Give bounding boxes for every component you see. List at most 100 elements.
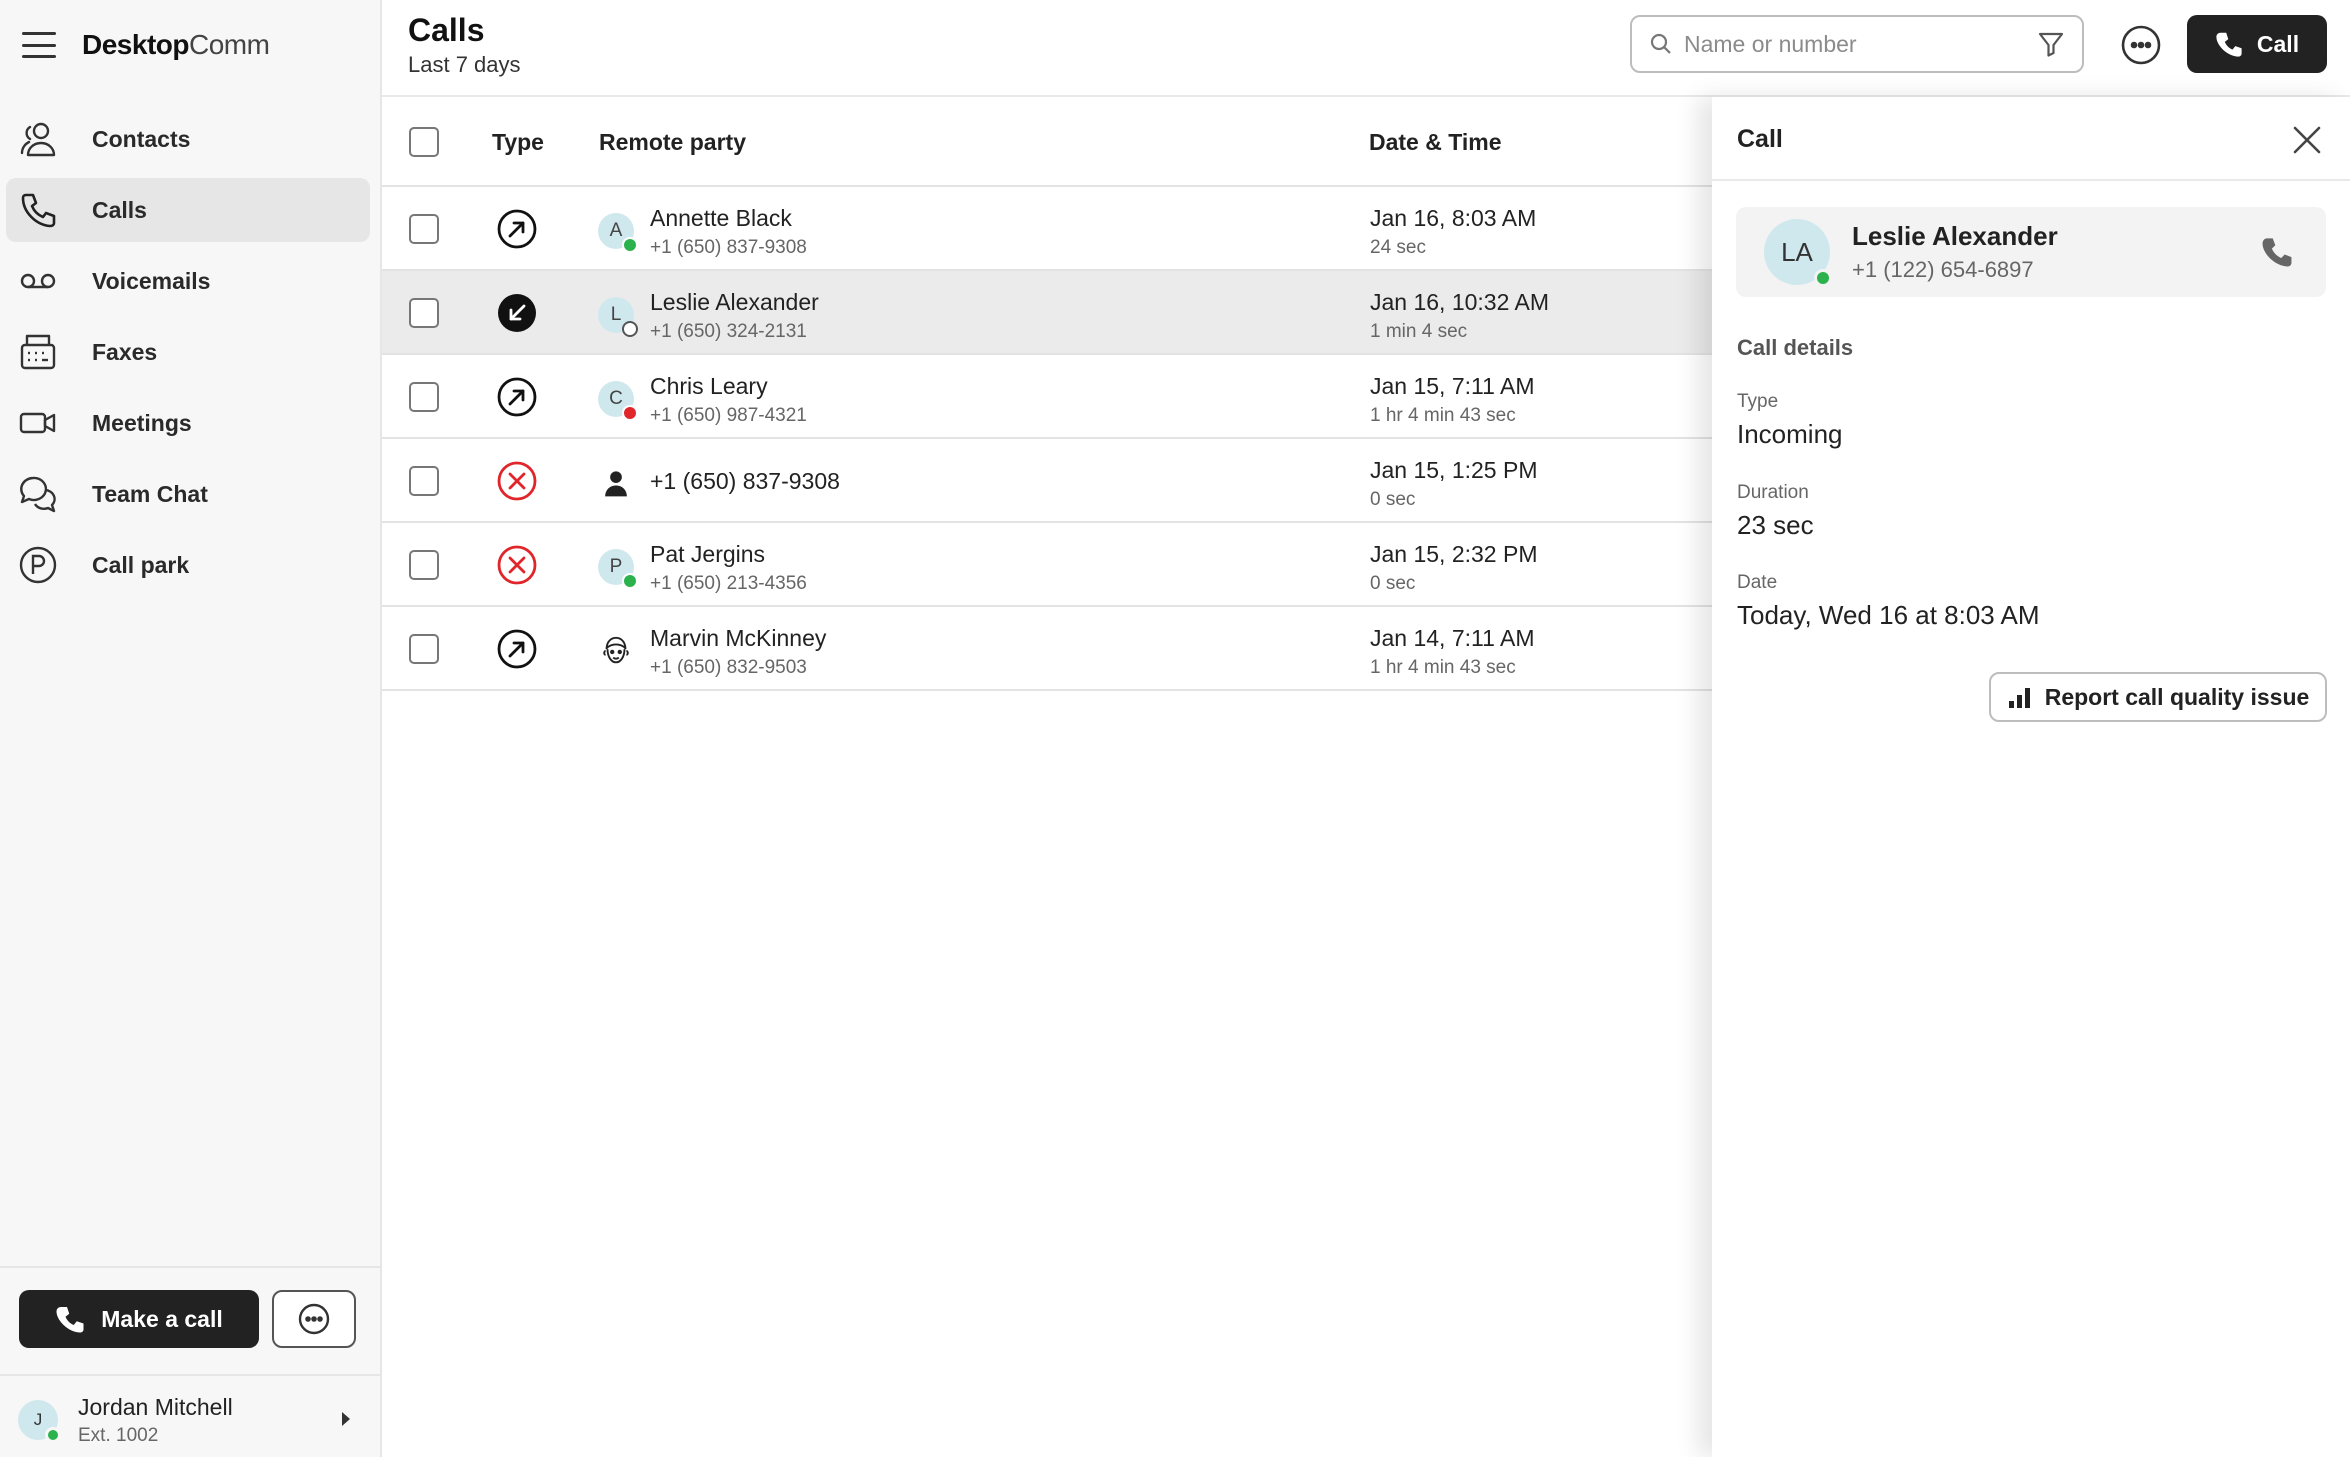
row-checkbox[interactable]: [409, 634, 439, 664]
remote-party-name: Pat Jergins: [650, 541, 766, 567]
online-status-dot: [45, 1427, 61, 1443]
remote-party-number: +1 (650) 987-4321: [650, 405, 807, 426]
call-duration: 1 min 4 sec: [1370, 321, 1468, 342]
call-duration: 1 hr 4 min 43 sec: [1370, 657, 1516, 678]
sidebar-item-meetings[interactable]: Meetings: [6, 391, 370, 455]
sidebar-item-label: Team Chat: [92, 480, 208, 507]
avatar-initial: J: [33, 1410, 43, 1429]
contact-card[interactable]: LA Leslie Alexander +1 (122) 654-6897: [1736, 207, 2326, 297]
close-icon[interactable]: [2290, 123, 2324, 157]
call-datetime: Jan 16, 8:03 AM: [1370, 205, 1537, 231]
call-details-heading: Call details: [1737, 335, 1854, 360]
remote-party-number: +1 (650) 832-9503: [650, 657, 807, 678]
table-row[interactable]: P Pat Jergins +1 (650) 213-4356 Jan 15, …: [382, 523, 1712, 607]
row-checkbox[interactable]: [409, 214, 439, 244]
call-duration: 24 sec: [1370, 237, 1426, 258]
table-row[interactable]: A Annette Black +1 (650) 837-9308 Jan 16…: [382, 187, 1712, 271]
contact-number: +1 (122) 654-6897: [1852, 257, 2034, 282]
sidebar-item-call-park[interactable]: Call park: [6, 533, 370, 597]
call-duration: 0 sec: [1370, 489, 1416, 510]
brand-light: Comm: [188, 29, 270, 60]
row-checkbox[interactable]: [409, 550, 439, 580]
call-duration: 1 hr 4 min 43 sec: [1370, 405, 1516, 426]
type-label: Type: [1737, 391, 1779, 412]
report-call-quality-label: Report call quality issue: [2044, 683, 2310, 710]
sidebar: DesktopComm Contacts Calls Voicemails Fa…: [0, 0, 382, 1457]
do-not-disturb-status-dot: [622, 405, 638, 421]
divider: [0, 1266, 380, 1268]
signal-bars-icon: [2008, 688, 2030, 708]
column-header-date-time[interactable]: Date & Time: [1369, 129, 1502, 156]
divider: [1712, 179, 2350, 181]
table-header: Type Remote party Date & Time: [382, 97, 1712, 187]
phone-icon: [18, 188, 68, 232]
online-status-dot: [1814, 269, 1832, 287]
more-options-button[interactable]: [272, 1290, 356, 1348]
remote-party-number: +1 (650) 324-2131: [650, 321, 807, 342]
phone-icon: [2216, 32, 2242, 57]
sidebar-item-label: Contacts: [92, 125, 191, 152]
more-icon: [298, 1303, 330, 1335]
hamburger-menu-icon[interactable]: [22, 32, 56, 58]
report-call-quality-button[interactable]: Report call quality issue: [1989, 672, 2327, 722]
brand-bar: DesktopComm: [22, 26, 270, 64]
date-value: Today, Wed 16 at 8:03 AM: [1737, 600, 2040, 630]
call-datetime: Jan 15, 7:11 AM: [1370, 373, 1535, 399]
remote-party-name: Marvin McKinney: [650, 625, 827, 651]
sidebar-item-contacts[interactable]: Contacts: [6, 107, 370, 171]
call-detail-panel: Call LA Leslie Alexander +1 (122) 654-68…: [1712, 97, 2350, 1457]
remote-party-name: Leslie Alexander: [650, 289, 819, 315]
sidebar-item-label: Voicemails: [92, 267, 211, 294]
person-icon: [598, 465, 634, 501]
column-header-remote-party[interactable]: Remote party: [599, 129, 746, 156]
sidebar-nav: Contacts Calls Voicemails Faxes Meetings: [6, 107, 370, 604]
panel-title: Call: [1737, 125, 1783, 153]
call-park-icon: [18, 543, 68, 587]
more-options-icon[interactable]: [2120, 24, 2162, 66]
sidebar-item-voicemails[interactable]: Voicemails: [6, 249, 370, 313]
missed-call-icon: [497, 461, 537, 501]
table-row[interactable]: L Leslie Alexander +1 (650) 324-2131 Jan…: [382, 271, 1712, 355]
table-row[interactable]: +1 (650) 837-9308 Jan 15, 1:25 PM 0 sec: [382, 439, 1712, 523]
table-row[interactable]: Marvin McKinney +1 (650) 832-9503 Jan 14…: [382, 607, 1712, 691]
calls-table: Type Remote party Date & Time A Annette …: [382, 97, 1712, 691]
online-status-dot: [622, 237, 638, 253]
make-a-call-button[interactable]: Make a call: [19, 1290, 259, 1348]
remote-party-name: Annette Black: [650, 205, 792, 231]
row-checkbox[interactable]: [409, 466, 439, 496]
avatar: P: [598, 549, 638, 589]
sidebar-item-label: Call park: [92, 551, 190, 578]
sidebar-item-calls[interactable]: Calls: [6, 178, 370, 242]
fax-icon: [18, 330, 68, 374]
call-button-label: Call: [2256, 30, 2300, 57]
search-box[interactable]: [1630, 15, 2084, 73]
select-all-checkbox[interactable]: [409, 127, 439, 157]
caret-right-icon[interactable]: [342, 1412, 350, 1426]
sidebar-item-faxes[interactable]: Faxes: [6, 320, 370, 384]
avatar-illustration-icon: [598, 633, 634, 669]
filter-icon[interactable]: [2036, 29, 2066, 59]
column-header-type[interactable]: Type: [492, 129, 544, 156]
contact-name: Leslie Alexander: [1852, 221, 2058, 251]
avatar-initial: L: [610, 304, 622, 325]
incoming-call-icon: [498, 294, 536, 332]
table-row[interactable]: C Chris Leary +1 (650) 987-4321 Jan 15, …: [382, 355, 1712, 439]
outgoing-call-icon: [497, 377, 537, 417]
avatar-initial: C: [609, 388, 623, 409]
call-duration: 0 sec: [1370, 573, 1416, 594]
voicemail-icon: [18, 259, 68, 303]
call-datetime: Jan 14, 7:11 AM: [1370, 625, 1535, 651]
row-checkbox[interactable]: [409, 298, 439, 328]
duration-value: 23 sec: [1737, 510, 1814, 540]
away-status-dot: [622, 321, 638, 337]
row-checkbox[interactable]: [409, 382, 439, 412]
current-user[interactable]: J Jordan Mitchell Ext. 1002: [18, 1392, 358, 1448]
date-label: Date: [1737, 572, 1778, 593]
type-value: Incoming: [1737, 419, 1843, 449]
search-input[interactable]: [1684, 30, 2036, 58]
remote-party-name: Chris Leary: [650, 373, 768, 399]
call-button[interactable]: Call: [2187, 15, 2327, 73]
avatar-initial: P: [609, 556, 623, 577]
sidebar-item-team-chat[interactable]: Team Chat: [6, 462, 370, 526]
phone-icon[interactable]: [2260, 235, 2294, 269]
